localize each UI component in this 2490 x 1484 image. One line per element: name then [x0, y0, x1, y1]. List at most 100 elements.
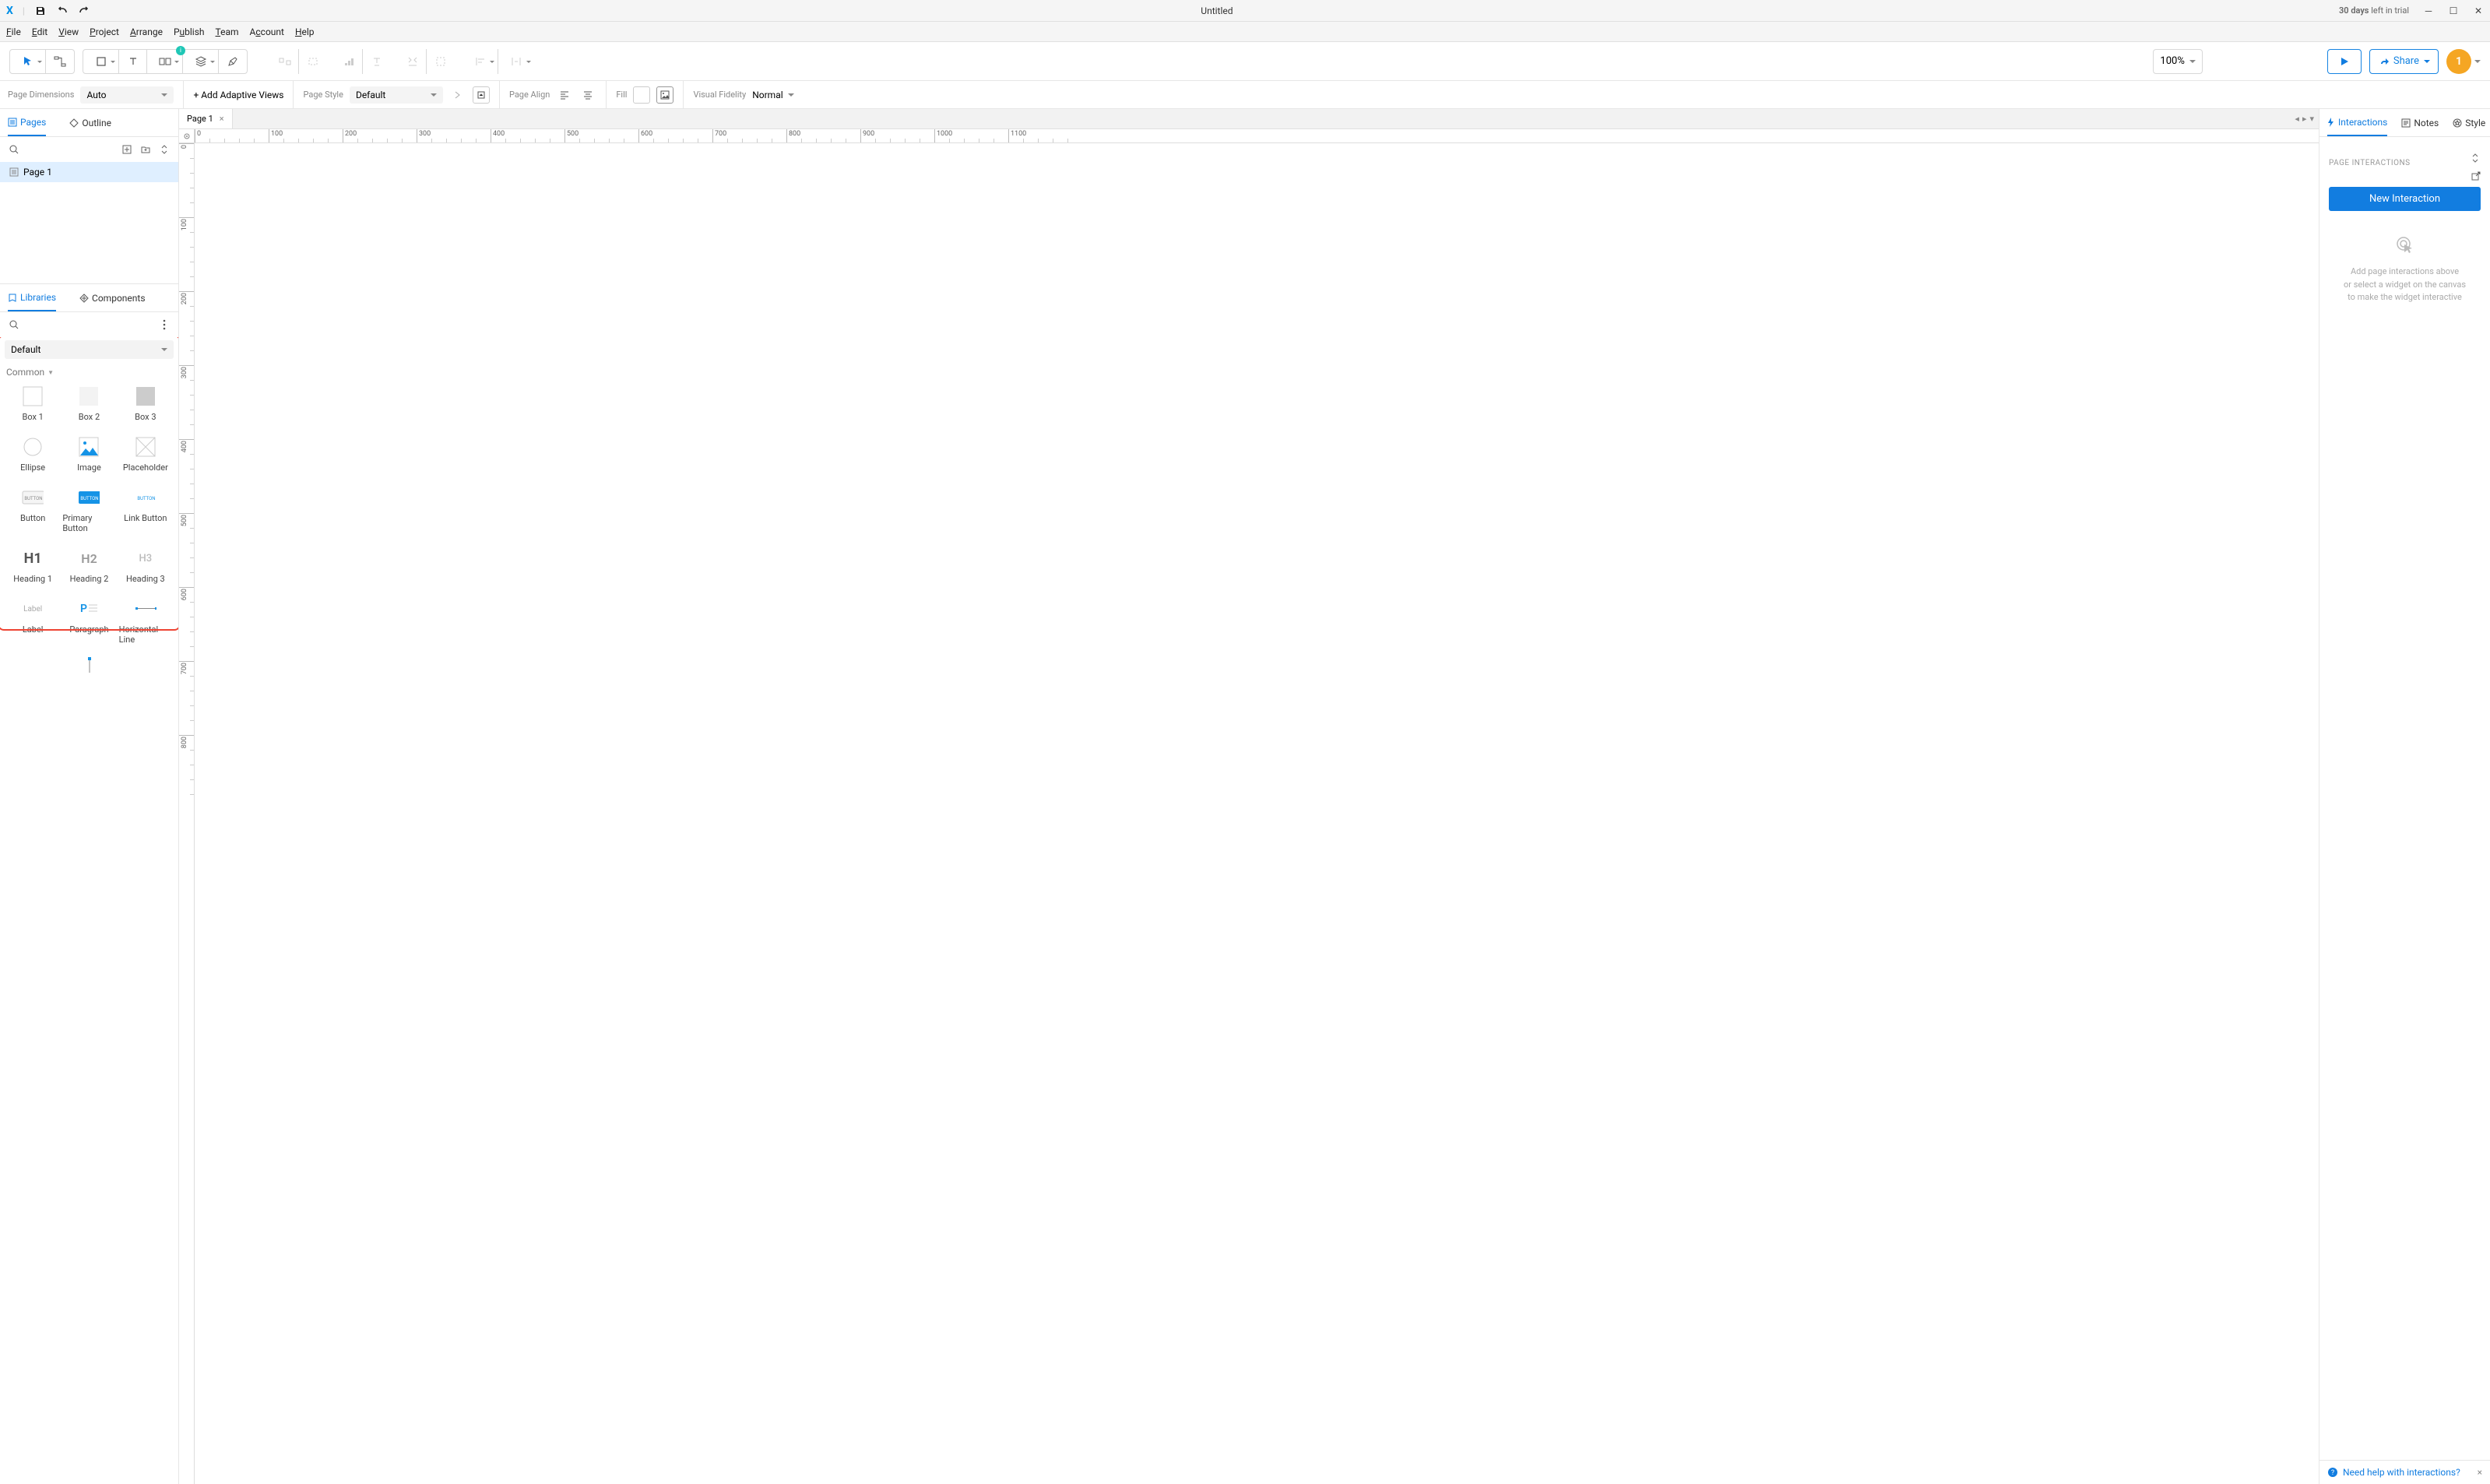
menu-project[interactable]: Project — [90, 26, 119, 37]
align-left-tool[interactable] — [462, 49, 498, 74]
add-folder-icon[interactable] — [138, 142, 153, 157]
align-center-icon[interactable] — [579, 86, 596, 104]
preview-button[interactable] — [2327, 49, 2362, 74]
page-align-label: Page Align — [509, 90, 550, 100]
ruler-origin[interactable] — [179, 129, 195, 143]
tab-prev-icon[interactable]: ◂ — [2295, 114, 2299, 124]
align-left-icon[interactable] — [556, 86, 573, 104]
widget-box2[interactable]: Box 2 — [61, 381, 117, 427]
tab-interactions[interactable]: Interactions — [2327, 109, 2387, 136]
select-tool[interactable] — [10, 49, 46, 74]
more-icon[interactable] — [157, 317, 172, 332]
zoom-select[interactable]: 100% — [2153, 49, 2202, 74]
align-center-tool[interactable] — [498, 49, 534, 74]
search-icon[interactable] — [6, 142, 22, 157]
tab-style[interactable]: Style — [2453, 109, 2485, 136]
menu-edit[interactable]: Edit — [32, 26, 47, 37]
page-item[interactable]: Page 1 — [0, 162, 178, 182]
menu-arrange[interactable]: Arrange — [130, 26, 163, 37]
widget-ellipse[interactable]: Ellipse — [5, 431, 61, 477]
distribute-h-tool[interactable] — [399, 49, 427, 74]
menu-team[interactable]: Team — [216, 26, 239, 37]
widget-primary-button[interactable]: BUTTONPrimary Button — [61, 482, 117, 538]
style-manager-icon[interactable] — [473, 86, 490, 104]
ruler-vertical[interactable] — [179, 143, 195, 1484]
style-nav-icon[interactable] — [449, 86, 466, 104]
page-style-select[interactable]: Default — [350, 86, 443, 104]
search-icon[interactable] — [6, 317, 22, 332]
page-dimensions-select[interactable]: Auto — [80, 86, 174, 104]
shape-tool[interactable] — [83, 49, 119, 74]
widget-horizontal-line[interactable]: Horizontal Line — [118, 593, 174, 649]
close-tab-icon[interactable]: × — [220, 114, 224, 124]
tab-outline[interactable]: Outline — [69, 109, 111, 136]
widget-box1[interactable]: Box 1 — [5, 381, 61, 427]
menu-help[interactable]: Help — [295, 26, 315, 37]
svg-text:?: ? — [2331, 1469, 2334, 1477]
widget-button[interactable]: BUTTONButton — [5, 482, 61, 538]
tab-libraries[interactable]: Libraries — [8, 284, 56, 311]
menu-account[interactable]: Account — [250, 26, 284, 37]
menu-view[interactable]: View — [58, 26, 79, 37]
insert-tool[interactable]: i — [147, 49, 183, 74]
text-tool[interactable] — [119, 49, 147, 74]
help-link[interactable]: ? Need help with interactions? × — [2319, 1460, 2490, 1484]
library-category[interactable]: Common ▼ — [5, 364, 174, 381]
fill-color-swatch[interactable] — [633, 86, 650, 104]
widget-paragraph[interactable]: PParagraph — [61, 593, 117, 649]
tab-components[interactable]: Components — [79, 284, 146, 311]
widget-label[interactable]: LabelLabel — [5, 593, 61, 649]
layers-tool[interactable] — [183, 49, 219, 74]
widget-placeholder[interactable]: Placeholder — [118, 431, 174, 477]
left-panel: Pages Outline Page 1 Li — [0, 109, 179, 1484]
new-interaction-button[interactable]: New Interaction — [2329, 187, 2481, 211]
menu-publish[interactable]: Publish — [174, 26, 205, 37]
pen-tool[interactable] — [219, 49, 247, 74]
document-tab[interactable]: Page 1 × — [179, 109, 233, 128]
visual-fidelity-select[interactable]: Normal — [752, 90, 793, 100]
tab-pages[interactable]: Pages — [8, 109, 46, 136]
share-button[interactable]: Share — [2369, 49, 2439, 74]
menu-file[interactable]: File — [6, 26, 21, 37]
library-select[interactable]: Default — [5, 340, 174, 359]
trial-status: 30 days left in trial — [2339, 5, 2409, 16]
widget-image[interactable]: Image — [61, 431, 117, 477]
svg-text:P: P — [80, 603, 87, 615]
widget-heading1[interactable]: H1Heading 1 — [5, 543, 61, 589]
tab-menu-icon[interactable]: ▾ — [2309, 114, 2314, 124]
widget-heading2[interactable]: H2Heading 2 — [61, 543, 117, 589]
widget-heading3[interactable]: H3Heading 3 — [118, 543, 174, 589]
widget-box3[interactable]: Box 3 — [118, 381, 174, 427]
connect-tool[interactable] — [46, 49, 74, 74]
add-page-icon[interactable] — [119, 142, 135, 157]
window-close-icon[interactable]: ✕ — [2473, 5, 2484, 16]
tab-next-icon[interactable]: ▸ — [2302, 114, 2307, 124]
undo-icon[interactable] — [56, 5, 69, 17]
chevron-down-icon[interactable] — [2474, 60, 2481, 66]
ungroup-tool[interactable] — [299, 49, 327, 74]
align-shapes-tool[interactable] — [335, 49, 363, 74]
widget-link-button[interactable]: BUTTONLink Button — [118, 482, 174, 538]
canvas[interactable] — [195, 143, 2319, 1484]
distribute-v-tool[interactable] — [427, 49, 455, 74]
tab-notes[interactable]: Notes — [2401, 109, 2439, 136]
app-logo: X — [6, 5, 13, 17]
fill-image-icon[interactable] — [656, 86, 673, 104]
group-tool[interactable] — [271, 49, 299, 74]
ruler-horizontal[interactable] — [195, 129, 2319, 143]
window-maximize-icon[interactable]: ☐ — [2448, 5, 2459, 16]
save-icon[interactable] — [34, 5, 47, 17]
redo-icon[interactable] — [78, 5, 90, 17]
user-avatar[interactable]: 1 — [2446, 49, 2471, 74]
sort-icon[interactable] — [157, 142, 172, 157]
chevron-down-icon — [161, 93, 167, 100]
popout-icon[interactable] — [2471, 171, 2481, 181]
sort-icon[interactable] — [2471, 153, 2481, 163]
window-minimize-icon[interactable]: ─ — [2423, 5, 2434, 16]
text-format-tool[interactable] — [363, 49, 391, 74]
chevron-down-icon — [431, 93, 437, 100]
svg-text:BUTTON: BUTTON — [137, 496, 155, 501]
right-panel: Interactions Notes Style PAGE INTERACTIO… — [2319, 109, 2490, 1484]
add-adaptive-views-button[interactable]: + Add Adaptive Views — [193, 90, 283, 100]
close-icon[interactable]: × — [2478, 1467, 2482, 1478]
